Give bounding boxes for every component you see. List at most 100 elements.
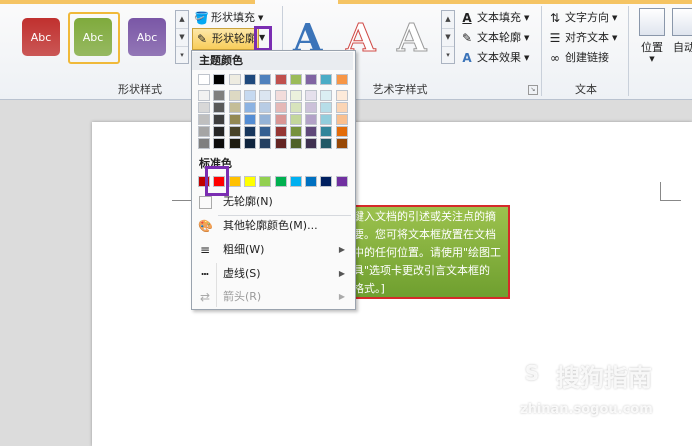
text-outline-icon: ✎ <box>461 31 473 45</box>
text-effects-button[interactable]: A 文本效果 ▼ <box>460 48 529 68</box>
theme-shade-swatch[interactable] <box>305 138 318 149</box>
theme-color-swatch[interactable] <box>335 74 348 85</box>
theme-shade-swatch[interactable] <box>198 138 210 149</box>
shape-style-purple[interactable]: Abc <box>128 18 166 56</box>
auto-wrap-button[interactable]: 自动 <box>672 8 692 55</box>
theme-shade-swatch[interactable] <box>228 102 241 113</box>
theme-shade-swatch[interactable] <box>198 126 210 137</box>
theme-shade-swatch[interactable] <box>305 126 318 137</box>
theme-shade-swatch[interactable] <box>320 114 333 125</box>
theme-shade-swatch[interactable] <box>228 90 241 101</box>
theme-shade-swatch[interactable] <box>259 126 272 137</box>
standard-color-swatch[interactable] <box>228 176 241 187</box>
theme-color-swatch[interactable] <box>305 74 318 85</box>
theme-shade-swatch[interactable] <box>243 90 256 101</box>
theme-shade-swatch[interactable] <box>289 138 302 149</box>
theme-color-swatch[interactable] <box>259 74 272 85</box>
gallery-up-icon[interactable]: ▲ <box>442 11 454 29</box>
theme-shade-swatch[interactable] <box>243 126 256 137</box>
theme-color-swatch[interactable] <box>243 74 256 85</box>
theme-shade-swatch[interactable] <box>213 90 226 101</box>
theme-shade-swatch[interactable] <box>320 102 333 113</box>
theme-shade-swatch[interactable] <box>289 126 302 137</box>
gallery-more-icon[interactable]: ▾ <box>176 47 188 64</box>
theme-color-swatch[interactable] <box>228 74 241 85</box>
text-direction-button[interactable]: ⇅ 文字方向 ▼ <box>548 8 617 28</box>
shape-fill-button[interactable]: 🪣 形状填充 ▼ <box>194 8 263 28</box>
theme-color-swatch[interactable] <box>213 74 226 85</box>
theme-shade-swatch[interactable] <box>198 102 210 113</box>
position-button[interactable]: 位置 ▼ <box>636 8 668 63</box>
theme-shade-swatch[interactable] <box>335 138 348 149</box>
standard-color-swatch[interactable] <box>259 176 272 187</box>
theme-color-swatch[interactable] <box>198 74 210 85</box>
theme-shade-swatch[interactable] <box>243 114 256 125</box>
wordart-style-gray-outline[interactable]: A <box>396 15 427 60</box>
shape-outline-dropdown-arrow[interactable]: ▼ <box>259 28 265 48</box>
theme-shade-swatch[interactable] <box>213 102 226 113</box>
standard-color-swatch[interactable] <box>289 176 302 187</box>
theme-color-swatch[interactable] <box>289 74 302 85</box>
text-fill-button[interactable]: A 文本填充 ▼ <box>460 8 529 28</box>
theme-shade-swatch[interactable] <box>274 114 287 125</box>
gallery-down-icon[interactable]: ▼ <box>176 29 188 47</box>
theme-shade-swatch[interactable] <box>320 126 333 137</box>
theme-shade-swatch[interactable] <box>335 126 348 137</box>
theme-shade-swatch[interactable] <box>213 138 226 149</box>
standard-color-swatch[interactable] <box>320 176 333 187</box>
standard-color-swatch[interactable] <box>305 176 318 187</box>
more-outline-colors-item[interactable]: 🎨 其他轮廓颜色(M)... <box>192 215 353 237</box>
theme-shade-swatch[interactable] <box>305 114 318 125</box>
theme-shade-swatch[interactable] <box>243 138 256 149</box>
theme-color-swatch[interactable] <box>320 74 333 85</box>
theme-shade-swatch[interactable] <box>305 102 318 113</box>
theme-shade-swatch[interactable] <box>289 102 302 113</box>
theme-shade-swatch[interactable] <box>274 102 287 113</box>
theme-colors-heading: 主题颜色 <box>192 52 353 70</box>
theme-shade-swatch[interactable] <box>243 102 256 113</box>
standard-color-swatch[interactable] <box>335 176 348 187</box>
shape-fill-label: 形状填充 <box>211 11 255 24</box>
align-text-button[interactable]: ☰ 对齐文本 ▼ <box>548 28 618 48</box>
theme-shade-swatch[interactable] <box>305 90 318 101</box>
theme-shade-swatch[interactable] <box>259 138 272 149</box>
shape-outline-button[interactable]: ✎ 形状轮廓 <box>192 28 259 50</box>
quote-textbox[interactable]: 键入文档的引述或关注点的摘 要。您可将文本框放置在文档 中的任何位置。请使用"绘… <box>345 205 510 299</box>
gallery-more-icon[interactable]: ▾ <box>442 47 454 64</box>
theme-shade-swatch[interactable] <box>259 102 272 113</box>
gallery-down-icon[interactable]: ▼ <box>442 29 454 47</box>
theme-shade-swatch[interactable] <box>259 90 272 101</box>
theme-color-swatch[interactable] <box>274 74 287 85</box>
theme-shade-swatch[interactable] <box>320 138 333 149</box>
theme-shade-swatch[interactable] <box>274 126 287 137</box>
theme-shade-swatch[interactable] <box>213 126 226 137</box>
create-link-button[interactable]: ∞ 创建链接 <box>548 48 609 68</box>
shape-style-red[interactable]: Abc <box>22 18 60 56</box>
submenu-arrow-icon: ▶ <box>338 269 345 278</box>
theme-shade-swatch[interactable] <box>289 90 302 101</box>
theme-shade-swatch[interactable] <box>320 90 333 101</box>
group-divider <box>541 6 542 96</box>
theme-shade-swatch[interactable] <box>274 90 287 101</box>
shape-style-gallery-scroll[interactable]: ▲ ▼ ▾ <box>175 10 189 64</box>
theme-shade-swatch[interactable] <box>335 114 348 125</box>
theme-shade-swatch[interactable] <box>198 90 210 101</box>
theme-shade-swatch[interactable] <box>228 114 241 125</box>
theme-shade-swatch[interactable] <box>274 138 287 149</box>
weight-item[interactable]: ≡ 粗细(W) ▶ <box>192 239 353 261</box>
dashes-item[interactable]: ┅ 虚线(S) ▶ <box>192 263 353 285</box>
theme-shade-swatch[interactable] <box>289 114 302 125</box>
theme-shade-swatch[interactable] <box>228 126 241 137</box>
gallery-up-icon[interactable]: ▲ <box>176 11 188 29</box>
theme-shade-swatch[interactable] <box>259 114 272 125</box>
theme-shade-swatch[interactable] <box>213 114 226 125</box>
dialog-launcher-icon[interactable]: ↘ <box>528 85 538 95</box>
theme-shade-swatch[interactable] <box>335 102 348 113</box>
standard-color-swatch[interactable] <box>274 176 287 187</box>
wordart-gallery-scroll[interactable]: ▲ ▼ ▾ <box>441 10 455 64</box>
theme-shade-swatch[interactable] <box>198 114 210 125</box>
text-outline-button[interactable]: ✎ 文本轮廓 ▼ <box>460 28 529 48</box>
theme-shade-swatch[interactable] <box>228 138 241 149</box>
theme-shade-swatch[interactable] <box>335 90 348 101</box>
standard-color-swatch[interactable] <box>243 176 256 187</box>
